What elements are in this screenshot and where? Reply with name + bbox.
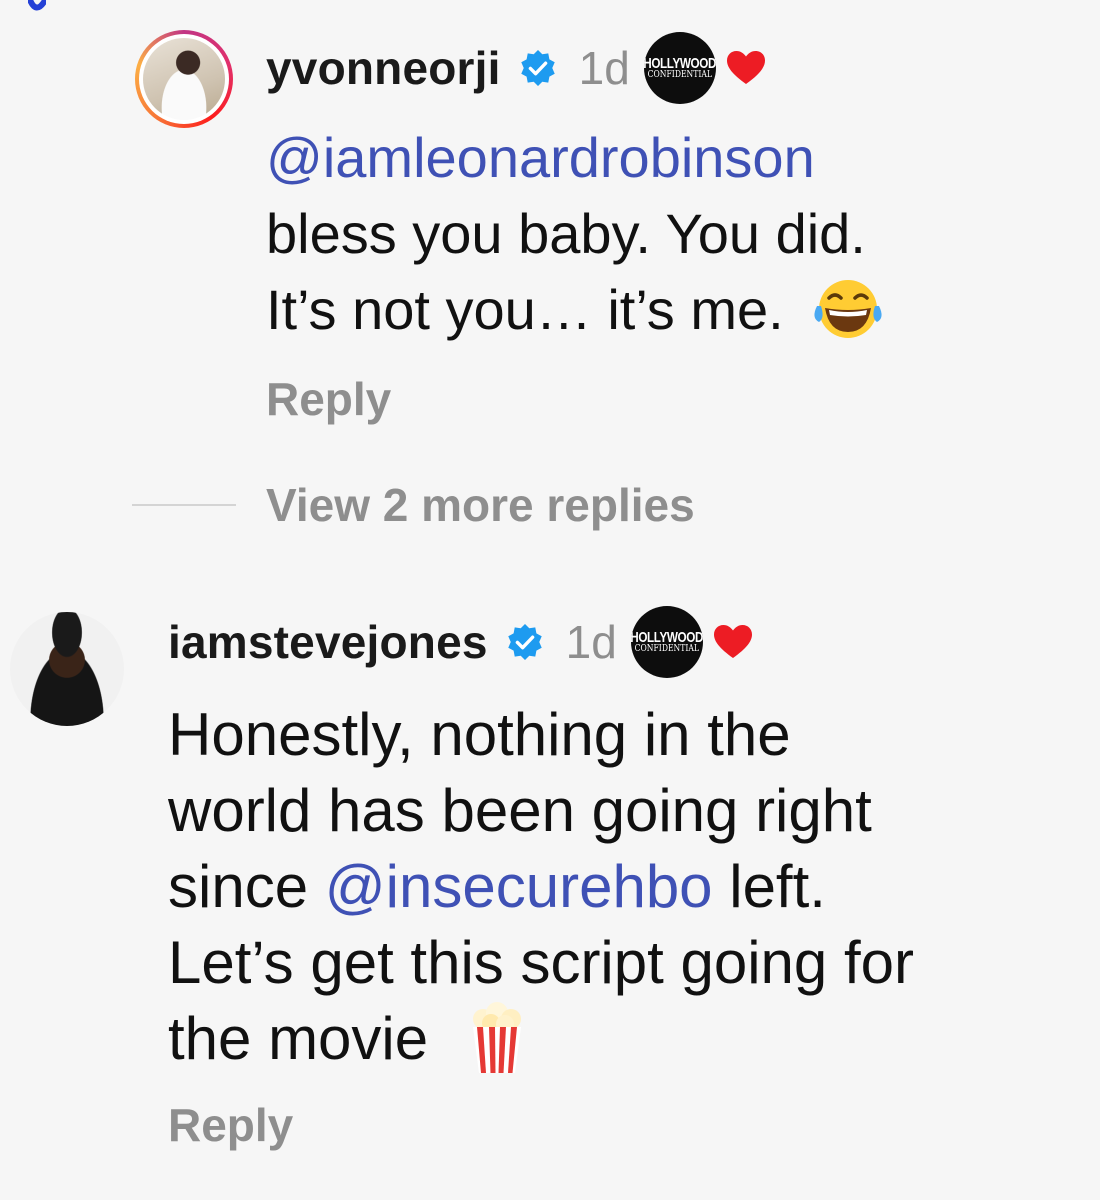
reply-button[interactable]: Reply (168, 1098, 293, 1152)
mention-link[interactable]: @insecurehbo (325, 853, 713, 920)
creator-heart-icon (726, 51, 765, 84)
creator-heart-icon (713, 625, 752, 658)
creator-avatar-icon: HOLLYWOOD CONFIDENTIAL (630, 606, 703, 678)
comment-line: left. (712, 853, 826, 920)
stroke-mark (28, 0, 46, 11)
username[interactable]: yvonneorji (266, 41, 501, 95)
avatar[interactable] (10, 612, 124, 726)
comment-line: since (168, 853, 325, 920)
comment-text: @iamleonardrobinson bless you baby. You … (266, 120, 885, 348)
comment-header: yvonneorji 1d HOLLYWOOD CONFIDENTIAL (266, 32, 766, 104)
comment-line: Let’s get this script going for (168, 929, 914, 996)
laughing-tears-emoji-icon (814, 280, 882, 339)
comment-line: Honestly, nothing in the (168, 701, 791, 768)
comment-line: bless you baby. You did. (266, 202, 866, 265)
reply-button[interactable]: Reply (266, 372, 391, 426)
avatar[interactable] (135, 30, 233, 128)
mention-link[interactable]: @iamleonardrobinson (266, 126, 815, 189)
comment-text: Honestly, nothing in the world has been … (168, 697, 914, 1077)
timestamp: 1d (565, 616, 617, 668)
comment-header: iamstevejones 1d HOLLYWOOD CONFIDENTIAL (168, 604, 753, 680)
comment-line: world has been going right (168, 777, 872, 844)
view-more-label: View 2 more replies (266, 479, 695, 531)
view-more-replies[interactable]: View 2 more replies (132, 478, 695, 532)
comment-line: It’s not you… it’s me. (266, 278, 784, 341)
timestamp: 1d (578, 42, 630, 94)
thread-divider (132, 504, 236, 506)
verified-badge-icon (520, 49, 555, 87)
verified-badge-icon (507, 623, 542, 661)
comment-line: the movie (168, 1005, 429, 1072)
creator-avatar-icon: HOLLYWOOD CONFIDENTIAL (643, 32, 716, 104)
popcorn-emoji-icon (472, 1002, 521, 1074)
username[interactable]: iamstevejones (168, 615, 488, 669)
